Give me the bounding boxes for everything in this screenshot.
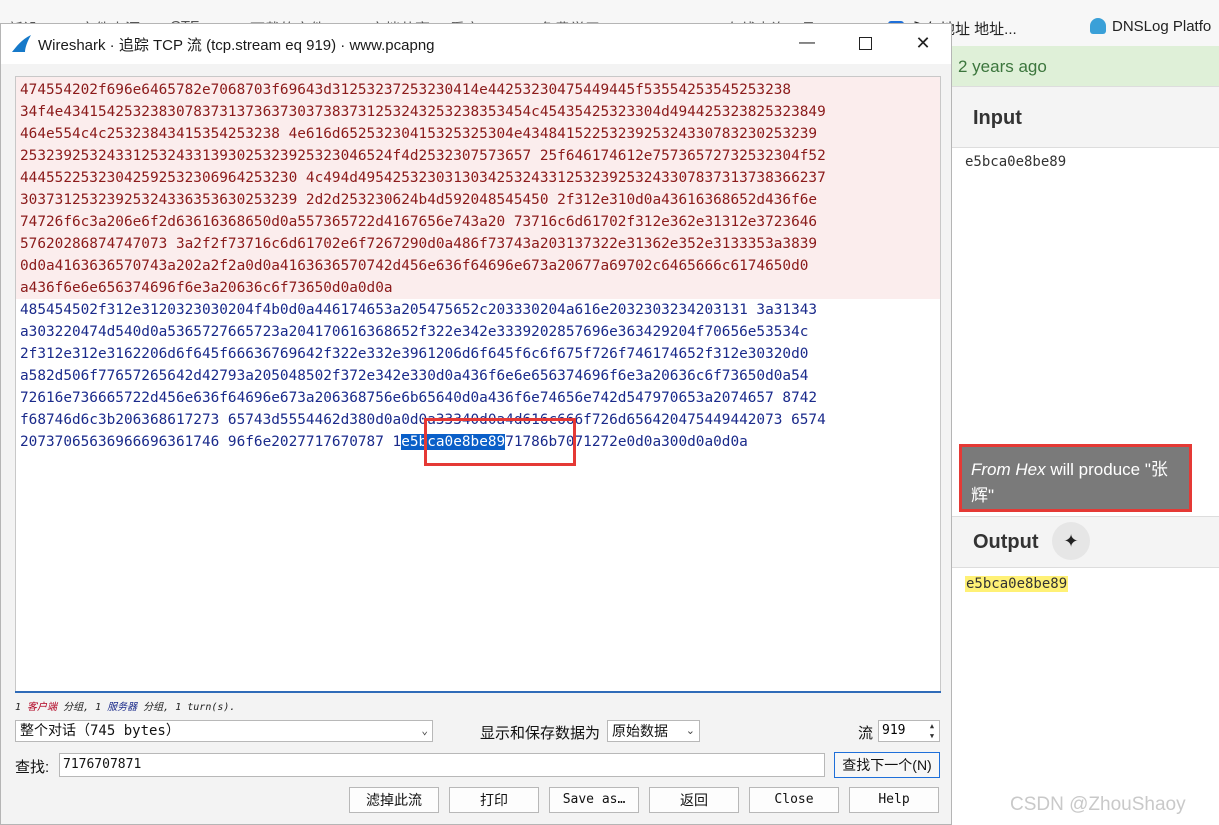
input-title: Input <box>973 107 1022 129</box>
conversation-value: 整个对话（745 bytes） <box>20 723 180 739</box>
client-data: 474554202f696e6465782e7068703f69643d3125… <box>16 77 940 299</box>
format-value: 原始数据 <box>612 723 668 739</box>
close-icon: ✕ <box>915 32 931 53</box>
summary-end: 分组, 1 turn(s). <box>137 702 236 713</box>
find-input[interactable]: 7176707871 <box>59 753 825 777</box>
watermark: CSDN @ZhouShaoy <box>1010 794 1186 815</box>
chevron-down-icon: ⌄ <box>685 725 695 737</box>
cyberchef-output-header: Output ✦ <box>952 516 1219 568</box>
window-title: Wireshark · 追踪 TCP 流 (tcp.stream eq 919)… <box>38 37 435 54</box>
server-data-pre: 485454502f312e3120323030204f4b0d0a446174… <box>20 302 826 450</box>
minimize-button[interactable]: — <box>779 24 835 62</box>
save-as-button[interactable]: Save as… <box>549 787 639 813</box>
wireshark-fin-icon <box>12 35 31 52</box>
stream-label: 流 <box>858 725 874 742</box>
close-button[interactable]: Close <box>749 787 839 813</box>
maximize-icon <box>858 36 872 50</box>
stream-content[interactable]: 474554202f696e6465782e7068703f69643d3125… <box>15 76 941 692</box>
bookmark-item[interactable]: DNSLog Platfo <box>1090 18 1211 35</box>
packet-summary: 1 客户端 分组, 1 服务器 分组, 1 turn(s). <box>15 698 235 713</box>
window-titlebar[interactable]: Wireshark · 追踪 TCP 流 (tcp.stream eq 919)… <box>1 24 951 64</box>
show-as-label: 显示和保存数据为 <box>480 725 601 742</box>
chevron-down-icon: ⌄ <box>421 724 428 737</box>
print-button[interactable]: 打印 <box>449 787 539 813</box>
maximize-button[interactable] <box>837 24 893 62</box>
bookmark-label: DNSLog Platfo <box>1112 18 1212 35</box>
stream-number-value: 919 <box>882 723 906 738</box>
find-label: 查找: <box>15 759 50 776</box>
help-button[interactable]: Help <box>849 787 939 813</box>
red-annotation-box <box>424 418 576 466</box>
tooltip-operation: From Hex <box>971 460 1046 479</box>
server-label: 服务器 <box>107 702 138 713</box>
cyberchef-panel: 2 years ago Input e5bca0e8be89 abc 12 ≡ … <box>952 46 1219 825</box>
magic-wand-button[interactable]: ✦ <box>1052 522 1090 560</box>
filter-out-button[interactable]: 滤掉此流 <box>349 787 439 813</box>
output-textarea[interactable]: e5bca0e8be89 <box>965 576 1069 592</box>
summary-count: 1 <box>15 702 28 713</box>
dnslog-icon <box>1090 18 1106 34</box>
stream-divider <box>15 691 941 693</box>
cyberchef-update-banner: 2 years ago <box>952 46 1219 86</box>
minimize-icon: — <box>799 34 815 51</box>
close-window-button[interactable]: ✕ <box>895 24 951 62</box>
summary-mid: 分组, 1 <box>57 702 108 713</box>
data-format-select[interactable]: 原始数据 ⌄ <box>607 720 700 742</box>
output-title: Output <box>973 531 1039 553</box>
back-button[interactable]: 返回 <box>649 787 739 813</box>
stream-number-spinbox[interactable]: 919 ▲ ▼ <box>878 720 940 742</box>
magic-tooltip: From Hex will produce "张辉" <box>959 444 1192 512</box>
conversation-select[interactable]: 整个对话（745 bytes） ⌄ <box>15 720 433 742</box>
find-next-button[interactable]: 查找下一个(N) <box>834 752 940 778</box>
input-textarea[interactable]: e5bca0e8be89 <box>965 154 1066 170</box>
spin-down-icon[interactable]: ▼ <box>926 731 938 741</box>
client-label: 客户端 <box>27 702 58 713</box>
cyberchef-input-header: Input <box>952 86 1219 148</box>
magic-wand-icon: ✦ <box>1063 530 1079 551</box>
spin-up-icon[interactable]: ▲ <box>926 721 938 731</box>
